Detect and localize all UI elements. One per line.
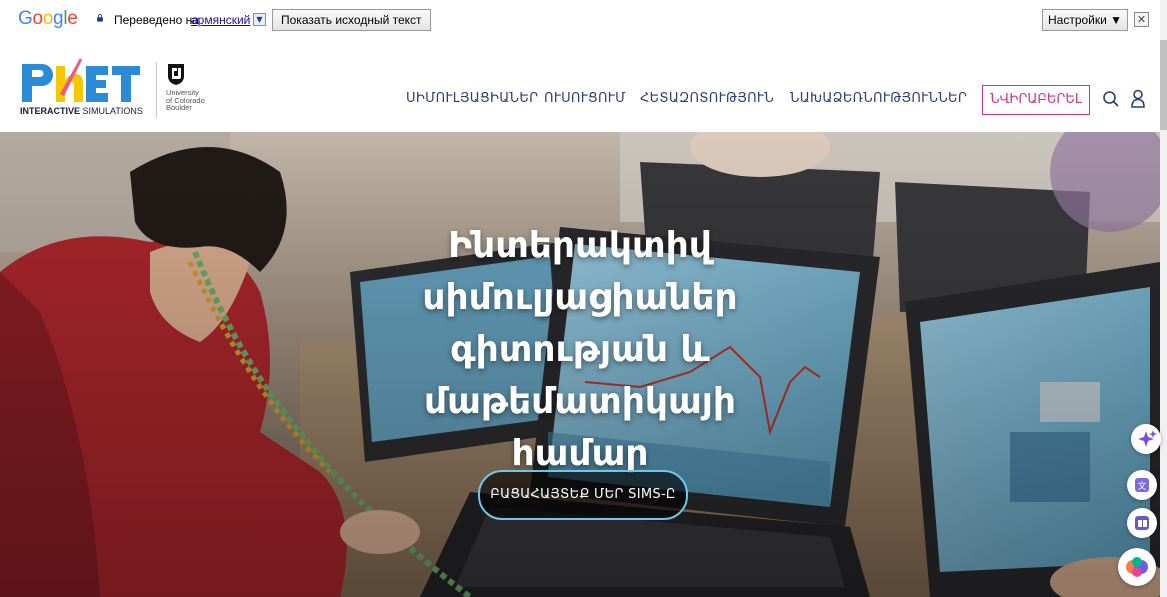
sparkle-icon[interactable] bbox=[1131, 424, 1161, 454]
reader-icon[interactable] bbox=[1127, 508, 1157, 538]
explore-sims-button[interactable]: ԲԱՑԱՀԱՅՏԵՔ ՄԵՐ SIMS-Ը bbox=[478, 470, 688, 520]
google-logo[interactable]: Google bbox=[18, 8, 78, 30]
hero-title: Ինտերակտիվ սիմուլյացիաներ գիտության և մա… bbox=[422, 225, 738, 474]
phet-subtitle: INTERACTIVE SIMULATIONS bbox=[20, 106, 143, 116]
lock-icon bbox=[97, 14, 103, 22]
donate-button[interactable]: ՆՎԻՐԱԲԵՐԵԼ bbox=[982, 85, 1090, 115]
svg-text:文: 文 bbox=[1137, 480, 1146, 492]
scrollbar-thumb[interactable] bbox=[1160, 40, 1167, 130]
show-original-button[interactable]: Показать исходный текст bbox=[272, 9, 431, 31]
logo-divider bbox=[156, 62, 157, 118]
nav-simulations[interactable]: ՍԻՄՈՒԼՅԱՑԻԱՆԵՐ bbox=[406, 91, 538, 106]
brain-icon[interactable] bbox=[1118, 548, 1156, 586]
translate-icon[interactable]: 文 bbox=[1127, 470, 1157, 500]
phet-logo[interactable]: INTERACTIVE SIMULATIONS bbox=[20, 58, 150, 118]
language-dropdown-icon[interactable]: ▼ bbox=[253, 13, 266, 26]
site-header: INTERACTIVE SIMULATIONS University of Co… bbox=[0, 38, 1160, 132]
close-icon[interactable]: ✕ bbox=[1134, 12, 1149, 27]
phet-logo-mark bbox=[22, 58, 140, 102]
user-icon[interactable] bbox=[1130, 89, 1146, 109]
hero-banner: Ինտերակտիվ սիմուլյացիաներ գիտության և մա… bbox=[0, 132, 1160, 597]
translate-bar: Google Переведено на армянский ▼ Показат… bbox=[0, 0, 1160, 39]
cu-boulder-logo[interactable] bbox=[166, 62, 186, 86]
nav-initiatives[interactable]: ՆԱԽԱՁԵՌՆՈՒԹՅՈՒՆՆԵՐ bbox=[790, 91, 967, 106]
nav-teaching[interactable]: ՈՒՍՈՒՑՈՒՄ bbox=[544, 91, 626, 106]
translated-to-label: Переведено на bbox=[114, 13, 199, 27]
language-link[interactable]: армянский bbox=[191, 13, 250, 27]
university-name: University of Colorado Boulder bbox=[166, 88, 205, 112]
nav-research[interactable]: ՀԵՏԱԶՈՏՈՒԹՅՈՒՆ bbox=[640, 91, 774, 106]
search-icon[interactable] bbox=[1102, 90, 1120, 108]
settings-button[interactable]: Настройки ▼ bbox=[1042, 9, 1129, 31]
